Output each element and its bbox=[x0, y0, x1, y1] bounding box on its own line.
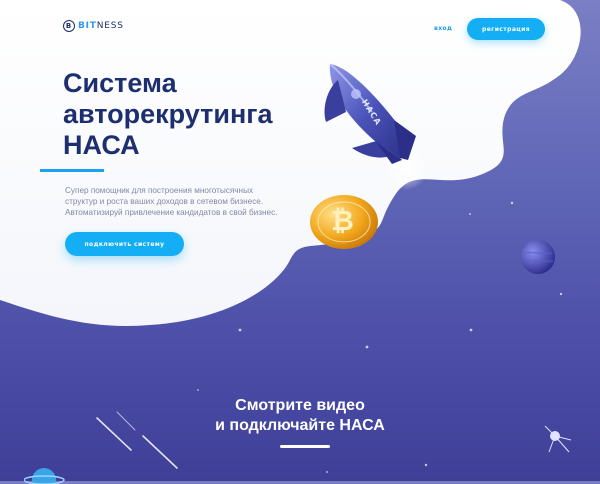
bitness-logo[interactable]: B BIT NESS bbox=[63, 20, 124, 32]
site-header: B BIT NESS вход регистрация bbox=[0, 0, 600, 60]
connect-system-button[interactable]: подключить систему bbox=[65, 232, 184, 256]
title-underline-divider bbox=[40, 169, 104, 172]
logo-badge-icon: B bbox=[63, 20, 75, 32]
logo-text-rest: NESS bbox=[96, 21, 124, 31]
hero-title-line: Система bbox=[63, 68, 177, 98]
video-title-underline bbox=[280, 445, 330, 448]
login-link[interactable]: вход bbox=[434, 25, 452, 32]
video-section-title: Смотрите видео и подключайте НАСА bbox=[150, 396, 450, 436]
logo-text-accent: BIT bbox=[78, 21, 97, 31]
hero-title-line: авторекрутинга bbox=[63, 99, 273, 129]
satellite-icon bbox=[544, 425, 572, 453]
bitcoin-symbol: ₿ bbox=[331, 204, 354, 237]
hero-description: Супер помощник для построения многотысяч… bbox=[65, 185, 305, 218]
hero-description-line: структур и роста ваших доходов в сетевом… bbox=[65, 197, 264, 206]
video-title-line: Смотрите видео bbox=[235, 397, 365, 414]
hero-description-line: Автоматизируй привлечение кандидатов в с… bbox=[65, 208, 278, 217]
planet-icon bbox=[521, 240, 555, 274]
video-title-line: и подключайте НАСА bbox=[215, 417, 385, 434]
hero-description-line: Супер помощник для построения многотысяч… bbox=[65, 186, 254, 195]
hero-title: Система авторекрутинга НАСА bbox=[63, 68, 323, 161]
hero-title-line: НАСА bbox=[63, 130, 140, 160]
register-button[interactable]: регистрация bbox=[467, 18, 545, 40]
